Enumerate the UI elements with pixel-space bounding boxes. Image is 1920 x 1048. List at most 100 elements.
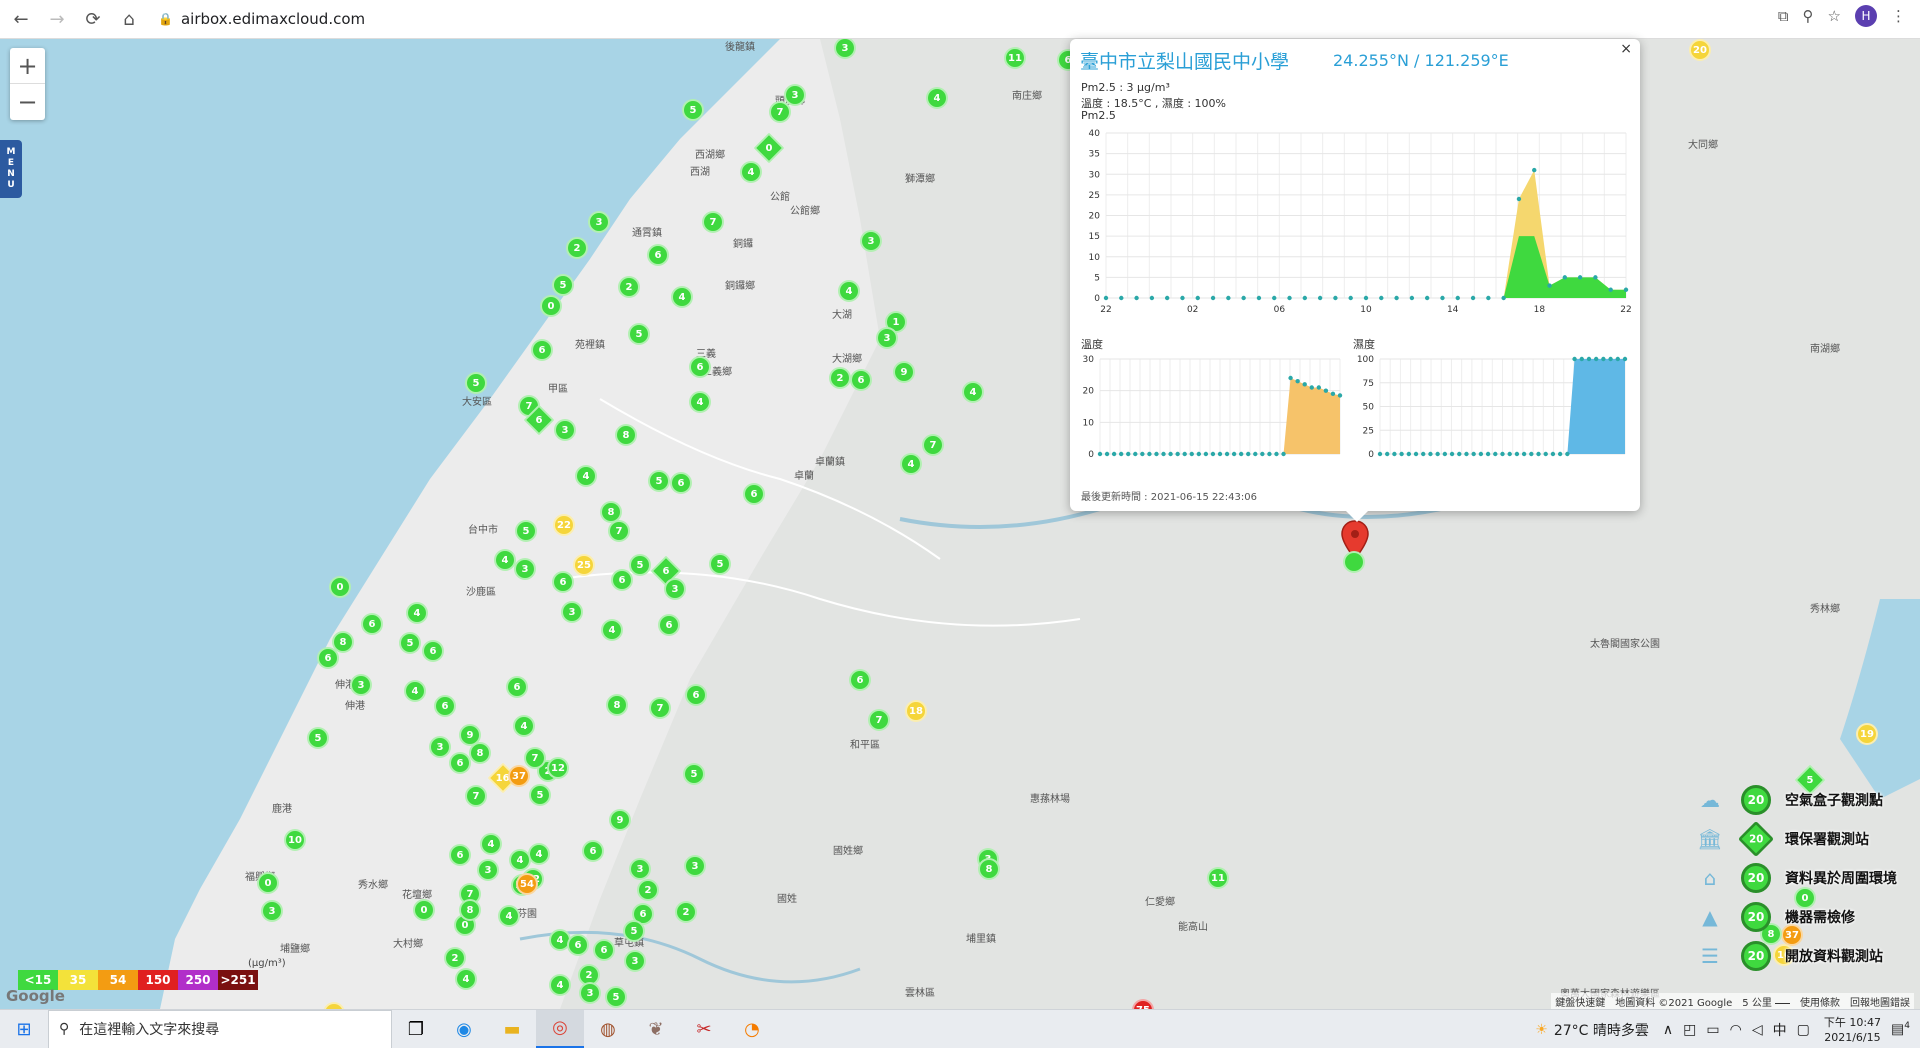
zoom-out-button[interactable]: −	[10, 84, 45, 120]
address-bar[interactable]: 🔒 airbox.edimaxcloud.com	[158, 4, 1818, 34]
task-view-icon[interactable]: ❐	[392, 1010, 440, 1048]
station-marker[interactable]: 4	[740, 161, 762, 183]
station-marker[interactable]: 2	[444, 947, 466, 969]
map-attribution[interactable]: 鍵盤快速鍵 地圖資料 ©2021 Google 5 公里 ⎯⎯⎯ 使用條款 回報…	[1551, 993, 1914, 1010]
edge-icon[interactable]: ◉	[440, 1010, 488, 1048]
station-marker[interactable]: 6	[647, 244, 669, 266]
kebab-menu-icon[interactable]: ⋮	[1891, 7, 1906, 25]
station-marker[interactable]: 4	[575, 465, 597, 487]
station-marker[interactable]: 4	[601, 619, 623, 641]
station-marker[interactable]: 7	[524, 747, 546, 769]
station-marker[interactable]: 4	[528, 843, 550, 865]
station-marker[interactable]: 2	[637, 879, 659, 901]
station-marker[interactable]: 4	[689, 391, 711, 413]
zoom-in-button[interactable]: +	[10, 48, 45, 84]
station-marker[interactable]: 6	[317, 647, 339, 669]
zoom-lens-icon[interactable]: ⚲	[1803, 7, 1814, 25]
station-marker[interactable]: 4	[498, 905, 520, 927]
close-icon[interactable]: ×	[1620, 41, 1632, 57]
station-marker[interactable]: 5	[399, 632, 421, 654]
station-marker[interactable]: 8	[615, 424, 637, 446]
clock[interactable]: 下午 10:47 2021/6/15	[1824, 1015, 1881, 1045]
station-marker[interactable]: 9	[893, 361, 915, 383]
forward-icon[interactable]: →	[42, 4, 72, 34]
station-marker[interactable]: 3	[664, 578, 686, 600]
station-marker[interactable]: 5	[529, 784, 551, 806]
station-marker[interactable]: 0	[329, 576, 351, 598]
menu-tab[interactable]: M E N U	[0, 140, 22, 198]
ime-indicator[interactable]: 中	[1773, 1020, 1787, 1040]
station-marker[interactable]: 5	[552, 274, 574, 296]
notification-center-icon[interactable]: ▤4	[1891, 1021, 1910, 1038]
selected-station-marker[interactable]	[1343, 551, 1365, 573]
station-marker[interactable]: 11	[1207, 867, 1229, 889]
file-explorer-icon[interactable]: ▬	[488, 1010, 536, 1048]
station-marker[interactable]: 4	[406, 602, 428, 624]
station-marker[interactable]: 7	[649, 697, 671, 719]
station-marker[interactable]: 11	[1004, 47, 1026, 69]
station-marker[interactable]: 6	[434, 695, 456, 717]
station-marker[interactable]: 4	[509, 849, 531, 871]
station-marker[interactable]: 6	[361, 613, 383, 635]
station-marker[interactable]: 4	[494, 549, 516, 571]
windows-start-icon[interactable]: ⊞	[0, 1010, 48, 1048]
station-marker[interactable]: 22	[553, 514, 575, 536]
station-marker[interactable]: 5	[628, 323, 650, 345]
reload-icon[interactable]: ⟳	[78, 4, 108, 34]
taskbar-search-input[interactable]: ⚲ 在這裡輸入文字來搜尋	[48, 1009, 392, 1048]
station-marker[interactable]: 6	[611, 569, 633, 591]
station-marker[interactable]: 6	[552, 571, 574, 593]
station-marker[interactable]: 2	[566, 237, 588, 259]
station-marker[interactable]: 6	[743, 483, 765, 505]
station-marker[interactable]: 3	[579, 982, 601, 1004]
station-marker[interactable]: 3	[554, 419, 576, 441]
station-marker[interactable]: 7	[608, 520, 630, 542]
station-marker[interactable]: 4	[962, 381, 984, 403]
station-marker[interactable]: 3	[876, 327, 898, 349]
station-marker[interactable]: 3	[860, 230, 882, 252]
station-marker[interactable]: 2	[675, 901, 697, 923]
station-marker[interactable]: 4	[926, 87, 948, 109]
station-marker[interactable]: 4	[900, 453, 922, 475]
station-marker[interactable]: 3	[477, 859, 499, 881]
station-marker[interactable]: 9	[609, 809, 631, 831]
station-marker[interactable]: 3	[561, 601, 583, 623]
station-marker[interactable]: 12	[547, 757, 569, 779]
station-marker[interactable]: 6	[670, 472, 692, 494]
station-marker[interactable]: 8	[978, 858, 1000, 880]
profile-avatar[interactable]: H	[1855, 5, 1877, 27]
station-marker[interactable]: 10	[284, 829, 306, 851]
battery-icon[interactable]: ▭	[1706, 1022, 1719, 1038]
station-marker[interactable]: 3	[588, 211, 610, 233]
station-marker[interactable]: 5	[605, 986, 627, 1008]
app-compass-icon[interactable]: ◍	[584, 1010, 632, 1048]
station-marker[interactable]: 3	[629, 858, 651, 880]
station-marker[interactable]: 5	[465, 372, 487, 394]
station-marker[interactable]: 6	[582, 840, 604, 862]
station-marker[interactable]: 4	[671, 286, 693, 308]
station-marker[interactable]: 3	[784, 84, 806, 106]
weather-text[interactable]: 27°C 晴時多雲	[1554, 1020, 1649, 1040]
station-marker[interactable]: 2	[829, 367, 851, 389]
station-marker[interactable]: 6	[850, 369, 872, 391]
station-marker[interactable]: 5	[623, 920, 645, 942]
station-marker[interactable]: 6	[689, 356, 711, 378]
station-marker[interactable]: 4	[480, 833, 502, 855]
station-marker[interactable]: 6	[593, 939, 615, 961]
station-marker[interactable]: 6	[849, 669, 871, 691]
station-marker[interactable]: 3	[429, 736, 451, 758]
station-marker[interactable]: 5	[629, 554, 651, 576]
station-marker[interactable]: 3	[514, 558, 536, 580]
station-marker[interactable]: 0	[257, 872, 279, 894]
station-marker[interactable]: 5	[515, 520, 537, 542]
station-marker[interactable]: 6	[685, 684, 707, 706]
station-marker[interactable]: 2	[618, 276, 640, 298]
app-animal-icon[interactable]: ❦	[632, 1010, 680, 1048]
station-marker[interactable]: 5	[682, 99, 704, 121]
station-marker[interactable]: 6	[531, 339, 553, 361]
back-icon[interactable]: ←	[6, 4, 36, 34]
station-marker[interactable]: 3	[261, 900, 283, 922]
station-marker[interactable]: 4	[549, 974, 571, 996]
station-marker[interactable]: 4	[404, 680, 426, 702]
station-marker[interactable]: 3	[624, 950, 646, 972]
